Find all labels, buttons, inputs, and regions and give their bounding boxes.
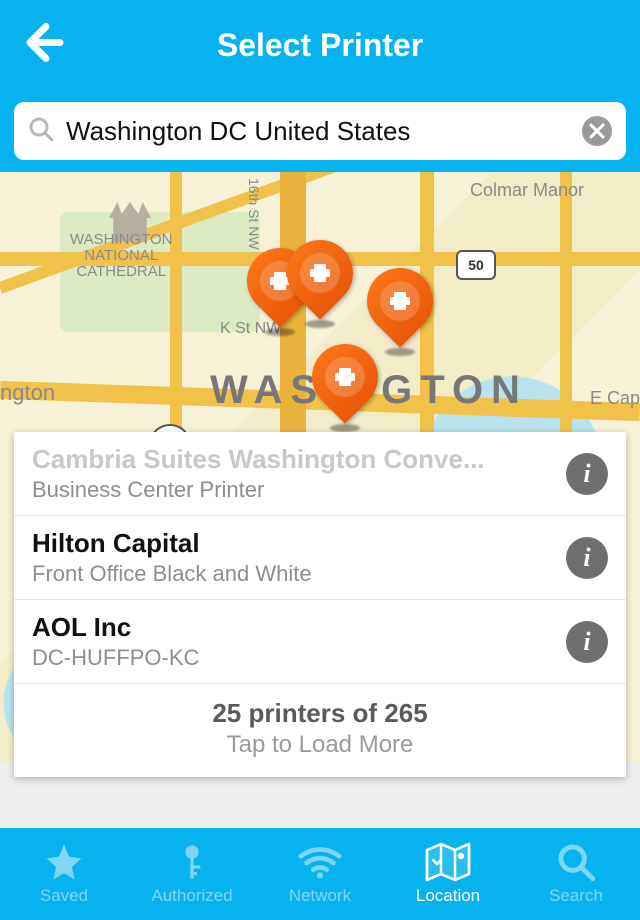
printer-row[interactable]: Cambria Suites Washington Conve... Busin… [14,432,626,516]
printer-icon [325,357,365,397]
tab-network[interactable]: Network [256,828,384,920]
printer-results-list: Cambria Suites Washington Conve... Busin… [14,432,626,777]
search-icon [556,842,596,882]
search-icon [28,116,54,147]
map-printer-pin[interactable] [287,240,353,322]
clear-search-button[interactable] [582,116,612,146]
map-printer-pin[interactable] [312,344,378,426]
printer-subtitle: DC-HUFFPO-KC [32,645,554,671]
search-bar-container [0,90,640,172]
tab-search[interactable]: Search [512,828,640,920]
map-label-colmar: Colmar Manor [470,180,584,201]
tab-label: Search [549,886,603,906]
printer-icon [380,281,420,321]
tab-label: Location [416,886,480,906]
tab-label: Authorized [151,886,232,906]
arrow-left-icon [20,21,64,65]
key-icon [172,842,212,882]
map-shield-us50: 50 [456,250,496,280]
printer-row[interactable]: Hilton Capital Front Office Black and Wh… [14,516,626,600]
map-icon [425,842,471,882]
load-more-count: 25 printers of 265 [24,698,616,729]
printer-title: AOL Inc [32,612,554,643]
search-bar[interactable] [14,102,626,160]
tab-saved[interactable]: Saved [0,828,128,920]
tab-authorized[interactable]: Authorized [128,828,256,920]
info-icon[interactable]: i [566,621,608,663]
printer-icon [300,253,340,293]
printer-title: Cambria Suites Washington Conve... [32,444,554,475]
load-more-button[interactable]: 25 printers of 265 Tap to Load More [14,684,626,777]
tab-label: Saved [40,886,88,906]
info-icon[interactable]: i [566,453,608,495]
tab-location[interactable]: Location [384,828,512,920]
page-title: Select Printer [217,27,423,64]
printer-title: Hilton Capital [32,528,554,559]
star-icon [43,842,85,882]
map-printer-pin[interactable] [367,268,433,350]
printer-subtitle: Business Center Printer [32,477,554,503]
map-label-cathedral: WASHINGTON NATIONAL CATHEDRAL [70,232,173,279]
printer-subtitle: Front Office Black and White [32,561,554,587]
map-label-ngton: ngton [0,380,55,406]
search-input[interactable] [66,116,570,147]
info-icon[interactable]: i [566,537,608,579]
bottom-tab-bar: Saved Authorized Network Location Search [0,828,640,920]
load-more-hint: Tap to Load More [24,731,616,759]
app-header: Select Printer [0,0,640,90]
back-button[interactable] [20,21,64,70]
map-label-ecap: E Cap [590,388,640,409]
printer-row[interactable]: AOL Inc DC-HUFFPO-KC i [14,600,626,684]
wifi-icon [297,842,343,882]
map-label-16th: 16th St NW [246,178,262,250]
close-icon [589,123,605,139]
tab-label: Network [289,886,351,906]
